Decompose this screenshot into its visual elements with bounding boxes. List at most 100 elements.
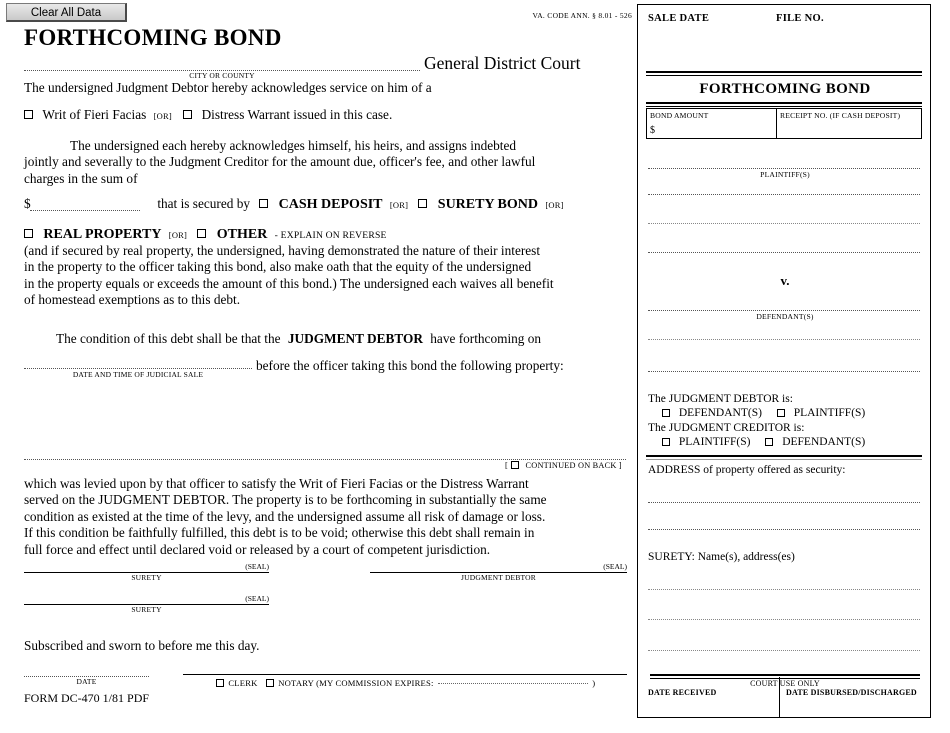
cash-deposit-label: CASH DEPOSIT xyxy=(278,197,383,212)
distress-warrant-checkbox[interactable] xyxy=(183,110,193,119)
surety-input-line-2[interactable] xyxy=(648,619,920,620)
surety-input-line-3[interactable] xyxy=(648,650,920,651)
surety-input-line-1[interactable] xyxy=(648,589,920,590)
address-input-line-1[interactable] xyxy=(648,502,920,503)
condition-prefix: The condition of this debt shall be that… xyxy=(56,331,281,346)
judgment-creditor-defendant-label: DEFENDANT(S) xyxy=(782,436,866,448)
cash-deposit-checkbox[interactable] xyxy=(259,199,269,208)
continued-on-back-checkbox[interactable] xyxy=(511,461,520,469)
dollar-sign: $ xyxy=(24,196,31,211)
bond-amount-input[interactable]: $ xyxy=(650,125,655,136)
judgment-debtor-defendant-checkbox[interactable] xyxy=(662,409,670,417)
explain-on-reverse-note: - EXPLAIN ON REVERSE xyxy=(274,230,387,241)
page-title: FORTHCOMING BOND xyxy=(24,25,282,50)
levy-line-4: If this condition be faithfully fulfille… xyxy=(24,525,535,541)
levy-conditions-paragraph: which was levied upon by that officer to… xyxy=(24,476,618,558)
date-time-of-sale-input-line[interactable] xyxy=(24,368,252,369)
indebtedness-line-1: The undersigned each hereby acknowledges… xyxy=(70,138,517,153)
condition-suffix: have forthcoming on xyxy=(430,331,542,346)
seal-marker-surety-2: (SEAL) xyxy=(245,594,269,603)
judgment-debtor-emphasis: JUDGMENT DEBTOR xyxy=(287,331,423,346)
indebtedness-line-3: charges in the sum of xyxy=(24,170,138,186)
other-label: OTHER xyxy=(216,227,268,242)
surety-signature-caption-1: SURETY xyxy=(131,573,162,582)
levy-line-5: full force and effect until declared voi… xyxy=(24,541,491,557)
divider-above-bond-title xyxy=(646,71,922,76)
clear-all-data-button[interactable]: Clear All Data xyxy=(6,3,127,22)
security-type-row-2: REAL PROPERTY [OR] OTHER - EXPLAIN ON RE… xyxy=(24,226,387,243)
seal-marker-judgment-debtor: (SEAL) xyxy=(603,562,627,571)
continued-on-back-row: [ CONTINUED ON BACK ] xyxy=(505,461,622,470)
writ-of-fieri-facias-label: Writ of Fieri Facias xyxy=(42,107,147,122)
date-disbursed-label: DATE DISBURSED/DISCHARGED xyxy=(786,688,917,697)
distress-warrant-label: Distress Warrant issued in this case. xyxy=(201,107,393,122)
real-property-line-4: of homestead exemptions as to this debt. xyxy=(24,292,241,308)
condition-of-debt-text: The condition of this debt shall be that… xyxy=(56,331,541,347)
court-use-column-divider xyxy=(779,677,780,717)
plaintiff-input-line-1[interactable] xyxy=(648,168,920,169)
defendant-caption: DEFENDANT(S) xyxy=(756,312,814,321)
judgment-debtor-signature-caption: JUDGMENT DEBTOR xyxy=(460,573,537,582)
commission-expires-input-line[interactable] xyxy=(437,683,588,684)
indebtedness-line-2: jointly and severally to the Judgment Cr… xyxy=(24,154,536,170)
notary-close-paren: ) xyxy=(592,678,596,688)
plaintiff-caption: PLAINTIFF(S) xyxy=(760,170,810,179)
judgment-debtor-is-label: The JUDGMENT DEBTOR is: xyxy=(648,393,793,405)
plaintiff-input-line-4[interactable] xyxy=(648,252,920,253)
notary-checkbox[interactable] xyxy=(265,679,274,687)
indebtedness-paragraph: The undersigned each hereby acknowledges… xyxy=(24,138,614,187)
judgment-creditor-is-label: The JUDGMENT CREDITOR is: xyxy=(648,422,805,434)
subscribed-and-sworn-text: Subscribed and sworn to before me this d… xyxy=(24,638,260,653)
defendant-input-line-2[interactable] xyxy=(648,339,920,340)
acknowledgement-of-service-text: The undersigned Judgment Debtor hereby a… xyxy=(24,80,432,95)
judgment-debtor-plaintiff-label: PLAINTIFF(S) xyxy=(793,407,866,419)
judgment-creditor-plaintiff-label: PLAINTIFF(S) xyxy=(678,436,751,448)
bond-sum-input-line[interactable] xyxy=(30,210,140,211)
real-property-line-3: in the property equals or exceeds the am… xyxy=(24,275,554,291)
defendant-input-line-3[interactable] xyxy=(648,371,920,372)
real-property-line-2: in the property to the officer taking th… xyxy=(24,259,532,275)
or-separator-4: [OR] xyxy=(168,230,188,240)
judgment-creditor-options-row: PLAINTIFF(S) DEFENDANT(S) xyxy=(662,436,865,448)
date-time-of-sale-caption: DATE AND TIME OF JUDICIAL SALE xyxy=(72,370,204,379)
plaintiff-input-line-3[interactable] xyxy=(648,223,920,224)
statute-reference: VA. CODE ANN. § 8.01 - 526 xyxy=(532,11,632,20)
real-property-line-1: (and if secured by real property, the un… xyxy=(24,243,541,258)
continued-on-back-label: CONTINUED ON BACK ] xyxy=(525,461,622,470)
plaintiff-input-line-2[interactable] xyxy=(648,194,920,195)
levy-line-2: served on the JUDGMENT DEBTOR. The prope… xyxy=(24,492,547,508)
judgment-debtor-plaintiff-checkbox[interactable] xyxy=(776,409,785,417)
address-of-property-label: ADDRESS of property offered as security: xyxy=(648,464,846,476)
divider-below-bond-title xyxy=(646,102,922,107)
clerk-notary-row: CLERK NOTARY (MY COMMISSION EXPIRES: ) xyxy=(216,678,595,688)
seal-marker-surety-1: (SEAL) xyxy=(245,562,269,571)
address-input-line-2[interactable] xyxy=(648,529,920,530)
surety-bond-checkbox[interactable] xyxy=(418,199,428,208)
city-or-county-caption: CITY OR COUNTY xyxy=(189,71,255,80)
judgment-creditor-plaintiff-checkbox[interactable] xyxy=(662,438,670,446)
surety-signature-caption-2: SURETY xyxy=(131,605,162,614)
surety-bond-label: SURETY BOND xyxy=(437,197,539,212)
writ-of-fieri-facias-checkbox[interactable] xyxy=(24,110,33,119)
real-property-checkbox[interactable] xyxy=(24,229,33,238)
right-side-docket-panel: SALE DATE FILE NO. FORTHCOMING BOND BOND… xyxy=(637,4,931,718)
service-type-checkbox-row: Writ of Fieri Facias [OR] Distress Warra… xyxy=(24,107,392,123)
bond-amount-column-divider xyxy=(776,109,777,138)
other-checkbox[interactable] xyxy=(197,229,207,238)
file-no-label: FILE NO. xyxy=(776,13,824,24)
date-received-label: DATE RECEIVED xyxy=(648,688,717,697)
court-use-only-label: COURT USE ONLY xyxy=(750,679,820,688)
bond-amount-cell-label: BOND AMOUNT xyxy=(650,111,709,120)
defendant-input-line-1[interactable] xyxy=(648,310,920,311)
judgment-debtor-options-row: DEFENDANT(S) PLAINTIFF(S) xyxy=(662,407,865,419)
judgment-debtor-defendant-label: DEFENDANT(S) xyxy=(678,407,762,419)
levy-line-1: which was levied upon by that officer to… xyxy=(24,476,529,491)
clerk-checkbox[interactable] xyxy=(216,679,224,687)
property-description-input-line[interactable] xyxy=(24,459,626,460)
judgment-creditor-defendant-checkbox[interactable] xyxy=(765,438,774,446)
clerk-notary-signature-line[interactable] xyxy=(183,674,627,675)
sale-date-label: SALE DATE xyxy=(648,13,710,24)
date-caption: DATE xyxy=(76,677,97,686)
receipt-no-cell-label: RECEIPT NO. (IF CASH DEPOSIT) xyxy=(780,111,901,120)
notary-label: NOTARY (MY COMMISSION EXPIRES: xyxy=(278,678,434,688)
